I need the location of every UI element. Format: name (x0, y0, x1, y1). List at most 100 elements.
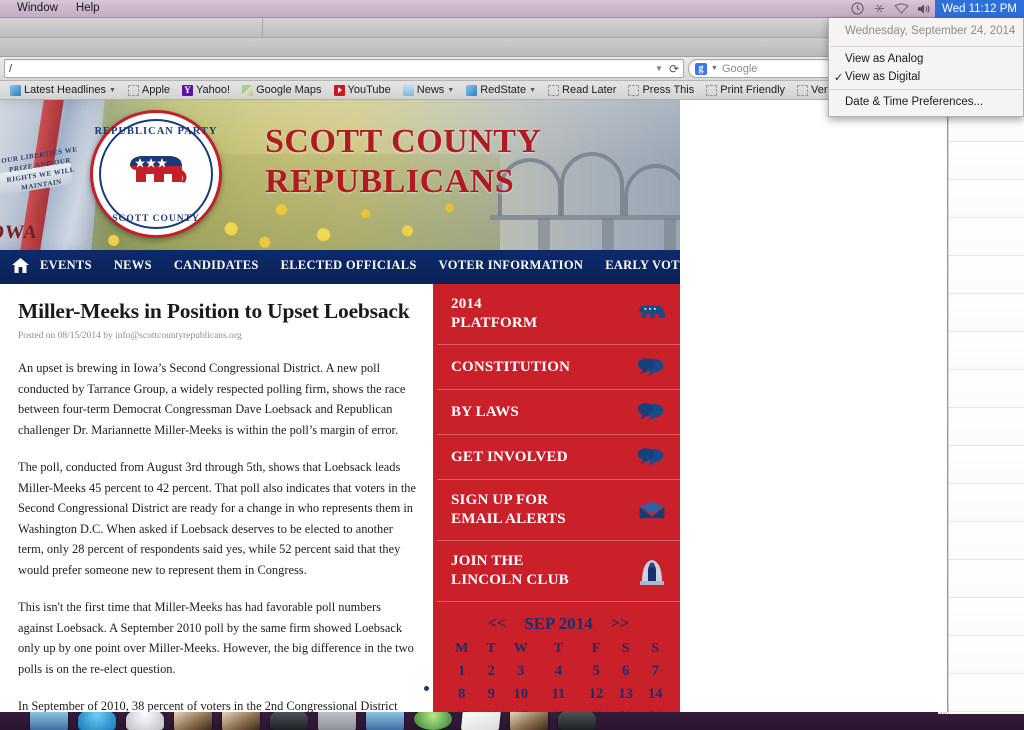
list-item[interactable] (949, 484, 1024, 522)
list-item[interactable] (949, 370, 1024, 408)
calendar-day[interactable]: 2 (477, 660, 507, 683)
home-icon[interactable] (12, 258, 29, 273)
nav-item-about-us[interactable]: ABOUT US (715, 258, 803, 273)
nav-item-elected-officials[interactable]: ELECTED OFFICIALS (270, 258, 428, 273)
mac-menu-bar[interactable]: Window Help Wed 11:12 PM (0, 0, 1024, 18)
list-item[interactable] (949, 142, 1024, 180)
nav-item-candidates[interactable]: CANDIDATES (163, 258, 270, 273)
bookmark-google-maps[interactable]: Google Maps (236, 81, 327, 99)
chevron-down-icon[interactable]: ▼ (529, 87, 536, 94)
chevron-down-icon[interactable]: ▼ (447, 87, 454, 94)
list-item[interactable] (949, 598, 1024, 636)
wifi-icon[interactable] (891, 0, 913, 18)
list-item[interactable] (949, 256, 1024, 294)
list-item[interactable] (949, 522, 1024, 560)
bookmark-yahoo[interactable]: Y Yahoo! (176, 81, 236, 99)
sidebar-item-constitution[interactable]: CONSTITUTION (437, 345, 680, 390)
list-item[interactable] (949, 560, 1024, 598)
events-calendar[interactable]: << SEP 2014 >> M T W T F S S 1 2 3 4 5 6… (437, 602, 680, 712)
menu-item-date-time-preferences[interactable]: Date & Time Preferences... (829, 93, 1023, 111)
calendar-day[interactable]: 5 (581, 660, 611, 683)
list-item[interactable] (949, 446, 1024, 484)
calendar-day[interactable]: 1 (447, 660, 477, 683)
rss-icon (10, 84, 21, 96)
clock-menu-date: Wednesday, September 24, 2014 (845, 25, 1016, 37)
envelope-icon (632, 500, 666, 520)
calendar-day[interactable]: 15 (447, 706, 477, 712)
list-item[interactable] (949, 674, 1024, 712)
list-item[interactable] (949, 294, 1024, 332)
reload-icon[interactable]: ⟳ (669, 62, 679, 76)
calendar-day[interactable]: 12 (581, 683, 611, 706)
sidebar-item-email-alerts[interactable]: SIGN UP FOR EMAIL ALERTS (437, 480, 680, 541)
sidebar-item-lincoln-club[interactable]: JOIN THE LINCOLN CLUB (437, 541, 680, 602)
browser-toolbar[interactable] (0, 38, 947, 57)
nav-item-voter-information[interactable]: VOTER INFORMATION (428, 258, 595, 273)
sidebar-item-get-involved[interactable]: GET INVOLVED (437, 435, 680, 480)
bookmark-print-friendly[interactable]: Print Friendly (700, 81, 791, 99)
gop-seal-logo[interactable]: REPUBLICAN PARTY SCOTT COUNTY (90, 110, 222, 238)
calendar-day[interactable]: 21 (640, 706, 670, 712)
menu-item-window[interactable]: Window (8, 0, 67, 17)
list-item[interactable] (949, 332, 1024, 370)
sidebar-item-by-laws[interactable]: BY LAWS (437, 390, 680, 435)
sidebar-item-label: GET INVOLVED (451, 448, 568, 465)
blank-favicon-icon (797, 84, 809, 96)
list-item[interactable] (949, 636, 1024, 674)
calendar-prev-button[interactable]: << (488, 615, 506, 633)
calendar-day[interactable]: 9 (477, 683, 507, 706)
chevron-down-icon[interactable]: ▼ (711, 65, 718, 72)
nav-item-news[interactable]: NEWS (103, 258, 163, 273)
menu-item-view-as-analog[interactable]: View as Analog (829, 50, 1023, 68)
lincoln-statue-icon (632, 556, 666, 586)
background-window[interactable]: SEARCH (948, 14, 1024, 714)
calendar-week: 8 9 10 11 12 13 14 (447, 683, 670, 706)
bookmark-redstate[interactable]: RedState ▼ (460, 81, 542, 99)
browser-tab-strip[interactable] (0, 18, 947, 38)
blank-favicon-icon (706, 84, 718, 96)
site-navigation[interactable]: EVENTS NEWS CANDIDATES ELECTED OFFICIALS… (0, 250, 792, 284)
calendar-day[interactable]: 4 (536, 660, 582, 683)
calendar-day[interactable]: 6 (611, 660, 641, 683)
chevron-down-icon[interactable]: ▼ (655, 64, 669, 73)
menu-bar-clock[interactable]: Wed 11:12 PM (934, 0, 1024, 18)
calendar-day[interactable]: 20 (611, 706, 641, 712)
list-item[interactable] (949, 408, 1024, 446)
bookmark-press-this[interactable]: Press This (622, 81, 700, 99)
bookmark-read-later[interactable]: Read Later (542, 81, 622, 99)
speech-bubbles-icon (632, 446, 666, 468)
sidebar-item-platform[interactable]: 2014 PLATFORM (437, 284, 680, 345)
calendar-next-button[interactable]: >> (611, 615, 629, 633)
clock-dropdown-menu[interactable]: Wednesday, September 24, 2014 View as An… (828, 18, 1024, 117)
calendar-day[interactable]: 14 (640, 683, 670, 706)
menu-item-help[interactable]: Help (67, 0, 109, 17)
calendar-day[interactable]: 7 (640, 660, 670, 683)
calendar-day[interactable]: 10 (506, 683, 536, 706)
time-machine-icon[interactable] (847, 0, 869, 18)
calendar-day[interactable]: 13 (611, 683, 641, 706)
calendar-day[interactable]: 3 (506, 660, 536, 683)
bookmark-apple[interactable]: Apple (122, 81, 176, 99)
browser-url-row: / ▼ ⟳ g ▼ Google 🔍 (0, 57, 947, 81)
chevron-down-icon[interactable]: ▼ (109, 87, 116, 94)
bookmark-news-folder[interactable]: News ▼ (397, 81, 460, 99)
seal-bottom-text: SCOTT COUNTY (112, 214, 200, 224)
calendar-day[interactable]: 19 (581, 706, 611, 712)
menu-item-view-as-digital[interactable]: ✓ View as Digital (829, 68, 1023, 86)
calendar-day[interactable]: 8 (447, 683, 477, 706)
calendar-day[interactable]: 17 (506, 706, 536, 712)
bookmark-youtube[interactable]: YouTube (328, 81, 397, 99)
list-item[interactable] (949, 180, 1024, 218)
bookmark-latest-headlines[interactable]: Latest Headlines ▼ (4, 81, 122, 99)
bookmarks-bar[interactable]: Latest Headlines ▼ Apple Y Yahoo! Google… (0, 81, 947, 100)
address-bar[interactable]: / ▼ ⟳ (4, 59, 684, 78)
banner-iowa-flag-image: OUR LIBERTIES WE PRIZE AND OUR RIGHTS WE… (0, 100, 105, 250)
list-item[interactable] (949, 218, 1024, 256)
nav-item-events[interactable]: EVENTS (29, 258, 103, 273)
calendar-day[interactable]: 11 (536, 683, 582, 706)
calendar-day[interactable]: 18 (536, 706, 582, 712)
volume-icon[interactable] (913, 0, 935, 18)
bluetooth-icon[interactable] (869, 0, 891, 18)
nav-item-early-voting[interactable]: EARLY VOTING (594, 258, 715, 273)
calendar-day[interactable]: 16 (477, 706, 507, 712)
